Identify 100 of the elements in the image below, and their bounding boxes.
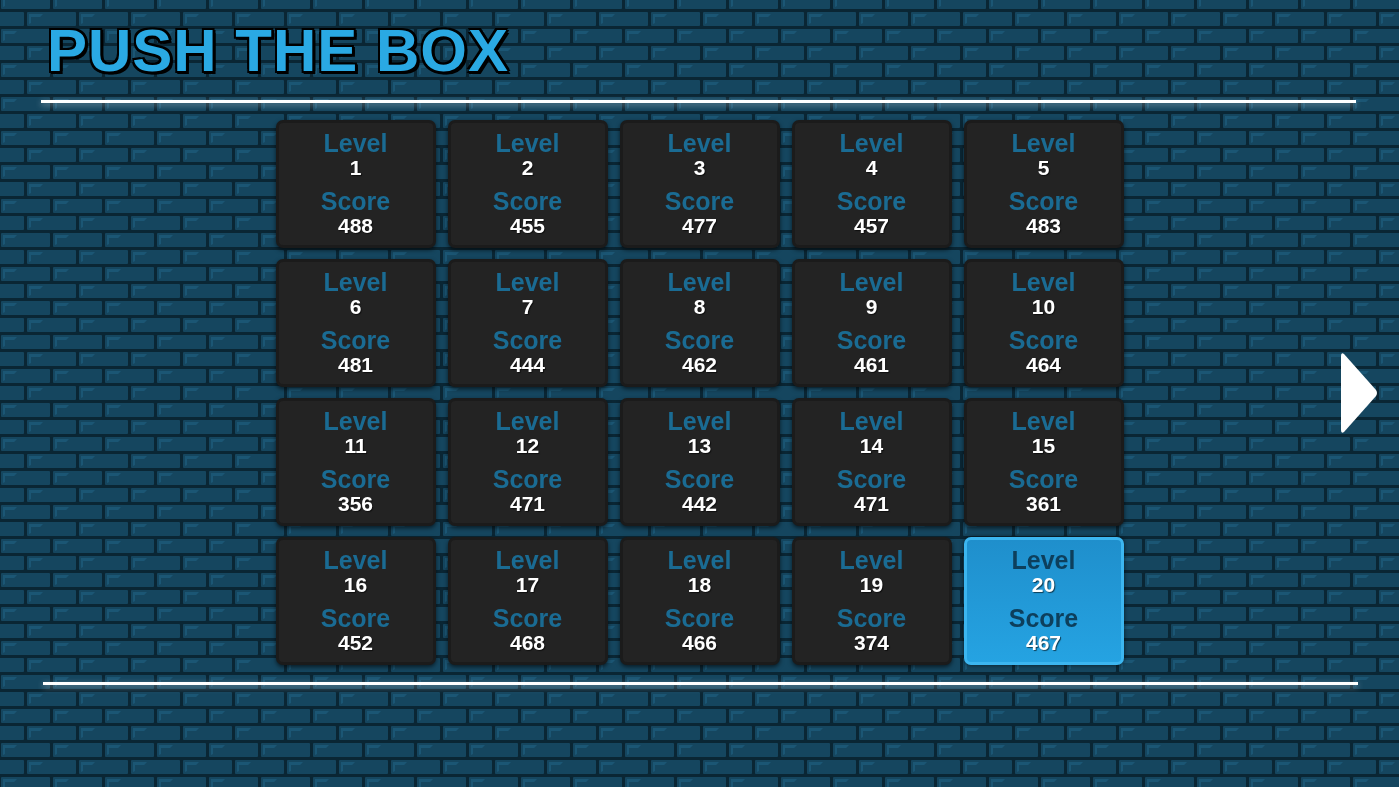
score-value: 467 — [1025, 631, 1061, 655]
level-card[interactable]: Level 14 Score 471 — [791, 398, 952, 526]
score-label: Score — [320, 466, 391, 492]
score-value: 444 — [509, 353, 545, 377]
level-label: Level — [667, 408, 732, 434]
level-card[interactable]: Level 11 Score 356 — [275, 398, 436, 526]
level-label: Level — [495, 547, 560, 573]
score-value: 361 — [1025, 492, 1061, 516]
level-card[interactable]: Level 1 Score 488 — [275, 120, 436, 248]
level-card[interactable]: Level 19 Score 374 — [791, 537, 952, 665]
score-value: 462 — [681, 353, 717, 377]
level-label: Level — [667, 130, 732, 156]
level-card[interactable]: Level 17 Score 468 — [447, 537, 608, 665]
level-number: 1 — [349, 156, 362, 180]
score-label: Score — [1008, 188, 1079, 214]
level-number: 17 — [515, 573, 540, 597]
level-card[interactable]: Level 2 Score 455 — [447, 120, 608, 248]
score-value: 442 — [681, 492, 717, 516]
level-label: Level — [1011, 269, 1076, 295]
score-value: 356 — [337, 492, 373, 516]
level-card[interactable]: Level 12 Score 471 — [447, 398, 608, 526]
level-label: Level — [1011, 408, 1076, 434]
score-label: Score — [664, 327, 735, 353]
level-label: Level — [839, 547, 904, 573]
level-number: 19 — [859, 573, 884, 597]
level-label: Level — [323, 408, 388, 434]
score-label: Score — [664, 605, 735, 631]
level-card[interactable]: Level 5 Score 483 — [963, 120, 1124, 248]
score-label: Score — [492, 466, 563, 492]
level-number: 7 — [521, 295, 534, 319]
score-label: Score — [1008, 605, 1079, 631]
score-label: Score — [1008, 466, 1079, 492]
score-label: Score — [492, 327, 563, 353]
level-number: 4 — [865, 156, 878, 180]
score-label: Score — [836, 327, 907, 353]
level-number: 20 — [1031, 573, 1056, 597]
level-card[interactable]: Level 10 Score 464 — [963, 259, 1124, 387]
level-number: 10 — [1031, 295, 1056, 319]
score-value: 483 — [1025, 214, 1061, 238]
level-label: Level — [667, 547, 732, 573]
level-number: 3 — [693, 156, 706, 180]
level-number: 9 — [865, 295, 878, 319]
level-card[interactable]: Level 15 Score 361 — [963, 398, 1124, 526]
level-label: Level — [1011, 547, 1076, 573]
game-title: PUSH THE BOX — [47, 21, 510, 81]
score-value: 464 — [1025, 353, 1061, 377]
level-number: 2 — [521, 156, 534, 180]
score-value: 477 — [681, 214, 717, 238]
level-card[interactable]: Level 18 Score 466 — [619, 537, 780, 665]
level-card[interactable]: Level 9 Score 461 — [791, 259, 952, 387]
level-label: Level — [839, 130, 904, 156]
score-label: Score — [492, 605, 563, 631]
level-card[interactable]: Level 13 Score 442 — [619, 398, 780, 526]
score-value: 488 — [337, 214, 373, 238]
level-label: Level — [323, 269, 388, 295]
level-card[interactable]: Level 4 Score 457 — [791, 120, 952, 248]
score-label: Score — [492, 188, 563, 214]
level-number: 12 — [515, 434, 540, 458]
level-card[interactable]: Level 3 Score 477 — [619, 120, 780, 248]
right-arrow-icon[interactable] — [1338, 351, 1378, 434]
score-value: 471 — [509, 492, 545, 516]
score-value: 481 — [337, 353, 373, 377]
score-value: 471 — [853, 492, 889, 516]
level-number: 5 — [1037, 156, 1050, 180]
score-label: Score — [664, 466, 735, 492]
level-card[interactable]: Level 16 Score 452 — [275, 537, 436, 665]
level-number: 11 — [344, 434, 367, 458]
level-label: Level — [495, 269, 560, 295]
level-label: Level — [839, 408, 904, 434]
score-label: Score — [836, 605, 907, 631]
level-card[interactable]: Level 6 Score 481 — [275, 259, 436, 387]
level-label: Level — [495, 130, 560, 156]
score-value: 455 — [509, 214, 545, 238]
level-number: 13 — [687, 434, 712, 458]
level-card[interactable]: Level 20 Score 467 — [963, 537, 1124, 665]
level-label: Level — [323, 547, 388, 573]
score-value: 466 — [681, 631, 717, 655]
score-label: Score — [664, 188, 735, 214]
level-label: Level — [667, 269, 732, 295]
level-card[interactable]: Level 8 Score 462 — [619, 259, 780, 387]
score-label: Score — [320, 188, 391, 214]
level-number: 18 — [687, 573, 712, 597]
score-label: Score — [836, 188, 907, 214]
level-label: Level — [323, 130, 388, 156]
score-label: Score — [320, 327, 391, 353]
level-number: 16 — [343, 573, 368, 597]
level-label: Level — [495, 408, 560, 434]
score-value: 374 — [853, 631, 889, 655]
level-label: Level — [1011, 130, 1076, 156]
score-label: Score — [320, 605, 391, 631]
score-value: 457 — [853, 214, 889, 238]
score-label: Score — [836, 466, 907, 492]
level-number: 6 — [349, 295, 362, 319]
score-value: 468 — [509, 631, 545, 655]
level-number: 15 — [1031, 434, 1056, 458]
level-number: 14 — [859, 434, 884, 458]
score-value: 461 — [853, 353, 889, 377]
level-number: 8 — [693, 295, 706, 319]
level-card[interactable]: Level 7 Score 444 — [447, 259, 608, 387]
score-label: Score — [1008, 327, 1079, 353]
